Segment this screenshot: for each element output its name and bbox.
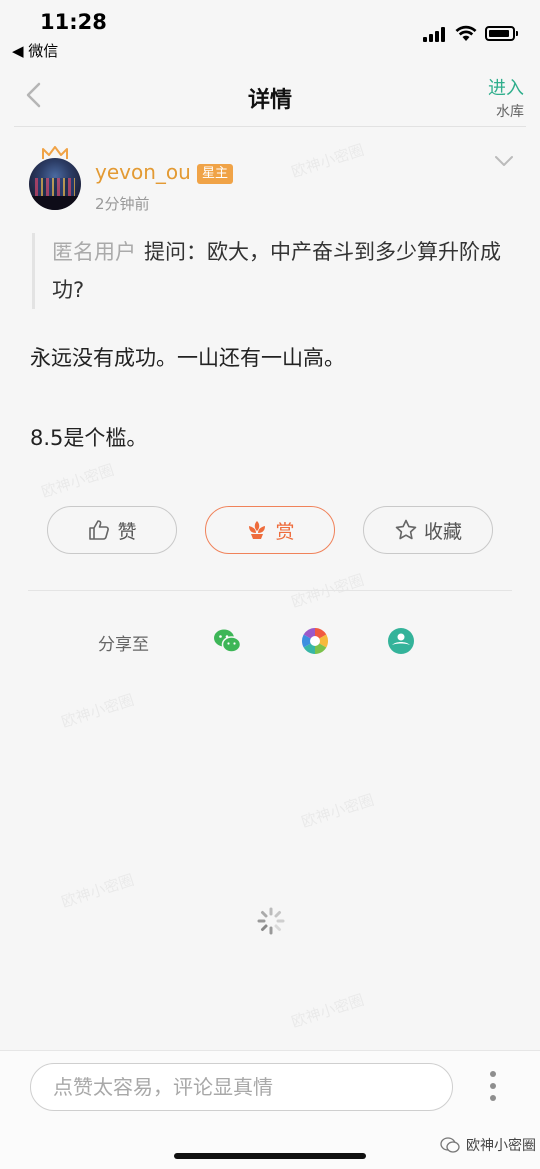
section-divider bbox=[28, 590, 512, 591]
brand-logo-icon bbox=[440, 1137, 460, 1153]
question-block: 匿名用户 提问：欧大，中产奋斗到多少算升阶成功? bbox=[32, 233, 512, 309]
reward-label: 赏 bbox=[275, 520, 295, 543]
wechat-icon[interactable] bbox=[212, 626, 242, 656]
owner-badge: 星主 bbox=[197, 164, 234, 184]
back-to-wechat-link[interactable]: ◀ 微信 bbox=[12, 40, 58, 61]
reward-button[interactable]: 赏 bbox=[205, 506, 335, 554]
loading-spinner-icon bbox=[257, 907, 285, 935]
flower-icon bbox=[249, 521, 266, 539]
wifi-icon bbox=[455, 25, 477, 41]
bottom-bar: 欧神小密圈 bbox=[0, 1050, 540, 1169]
status-bar: 11:28 ◀ 微信 bbox=[0, 0, 540, 66]
watermark: 欧神小密圈 bbox=[299, 790, 377, 832]
like-button[interactable]: 赞 bbox=[47, 506, 177, 554]
thumbs-up-icon bbox=[89, 520, 110, 540]
brand-watermark: 欧神小密圈 bbox=[440, 1135, 536, 1155]
post-timestamp: 2分钟前 bbox=[95, 195, 150, 213]
watermark: 欧神小密圈 bbox=[289, 140, 367, 182]
nav-divider bbox=[14, 126, 526, 127]
cellular-signal-icon bbox=[423, 26, 449, 42]
like-label: 赞 bbox=[117, 520, 137, 543]
comment-input[interactable] bbox=[30, 1063, 453, 1111]
moments-icon[interactable] bbox=[300, 626, 330, 656]
watermark: 欧神小密圈 bbox=[39, 460, 117, 502]
nav-bar: 详情 进入 水库 bbox=[0, 66, 540, 128]
brand-label: 欧神小密圈 bbox=[466, 1138, 536, 1154]
favorite-button[interactable]: 收藏 bbox=[363, 506, 493, 554]
battery-icon bbox=[485, 26, 518, 41]
author-name[interactable]: yevon_ou bbox=[95, 160, 191, 184]
answer-text: 永远没有成功。一山还有一山高。 bbox=[30, 346, 345, 370]
avatar[interactable] bbox=[29, 146, 81, 210]
star-icon bbox=[395, 519, 417, 540]
question-author: 匿名用户 bbox=[52, 240, 136, 264]
qzone-icon[interactable] bbox=[386, 626, 416, 656]
answer-text: 8.5是个槛。 bbox=[30, 426, 148, 450]
page-title: 详情 bbox=[247, 88, 292, 113]
watermark: 欧神小密圈 bbox=[59, 870, 137, 912]
more-options-icon[interactable] bbox=[486, 1069, 500, 1103]
avatar-image bbox=[29, 158, 81, 210]
enter-circle-button[interactable]: 进入 水库 bbox=[488, 74, 524, 121]
enter-label: 进入 bbox=[488, 78, 524, 99]
status-time: 11:28 bbox=[40, 10, 107, 34]
enter-sub-label: 水库 bbox=[496, 104, 524, 120]
watermark: 欧神小密圈 bbox=[59, 690, 137, 732]
chevron-down-icon[interactable] bbox=[494, 154, 514, 168]
home-indicator bbox=[174, 1153, 366, 1159]
share-label: 分享至 bbox=[98, 635, 149, 655]
favorite-label: 收藏 bbox=[423, 520, 462, 543]
watermark: 欧神小密圈 bbox=[289, 990, 367, 1032]
